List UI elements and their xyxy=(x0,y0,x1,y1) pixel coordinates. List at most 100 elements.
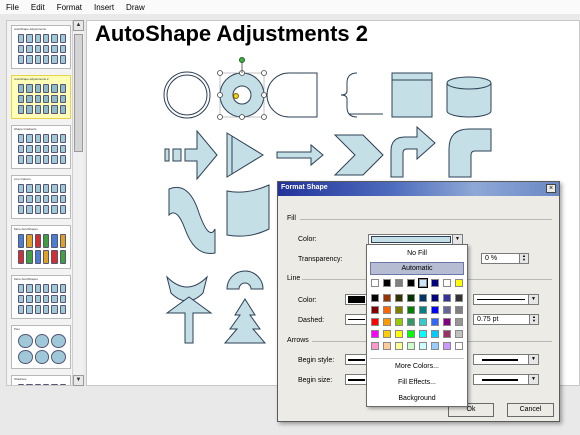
color-swatch[interactable] xyxy=(371,330,379,338)
slide-thumbnail-1[interactable]: AutoShape Adjustments xyxy=(11,25,71,69)
more-colors-option[interactable]: More Colors... xyxy=(367,360,467,373)
transparency-spinner[interactable]: 0 % ▲ ▼ xyxy=(481,253,529,264)
color-swatch[interactable] xyxy=(407,330,415,338)
color-swatch[interactable] xyxy=(407,318,415,326)
color-swatch[interactable] xyxy=(443,279,451,287)
color-swatch[interactable] xyxy=(395,342,403,350)
color-swatch[interactable] xyxy=(383,330,391,338)
brace-shape[interactable] xyxy=(340,72,358,118)
color-swatch[interactable] xyxy=(395,294,403,302)
up-arrow-tree-shape[interactable] xyxy=(165,296,213,344)
color-swatch[interactable] xyxy=(395,279,403,287)
color-swatch[interactable] xyxy=(395,318,403,326)
color-swatch[interactable] xyxy=(455,342,463,350)
background-option[interactable]: Background xyxy=(367,392,467,405)
menu-insert[interactable]: Insert xyxy=(94,3,114,12)
color-swatch[interactable] xyxy=(443,330,451,338)
color-swatch[interactable] xyxy=(431,294,439,302)
slide-thumbnail-4[interactable]: Line Options xyxy=(11,175,71,219)
slide-thumbnail-3[interactable]: Shape Gradients xyxy=(11,125,71,169)
chevron-shape[interactable] xyxy=(333,134,384,176)
pine-tree-shape[interactable] xyxy=(223,298,267,344)
ribbon-shape[interactable] xyxy=(166,275,208,302)
line-width-spinner[interactable]: 0.75 pt ▲ ▼ xyxy=(473,314,539,325)
can-shape[interactable] xyxy=(446,76,492,118)
color-swatch[interactable] xyxy=(383,342,391,350)
slide-thumbnail-6[interactable]: More AutoShapes xyxy=(11,275,71,319)
color-swatch[interactable] xyxy=(383,279,391,287)
color-swatch[interactable] xyxy=(383,306,391,314)
color-swatch[interactable] xyxy=(407,306,415,314)
chevron-down-icon[interactable]: ▼ xyxy=(528,375,538,384)
flag-wave-shape[interactable] xyxy=(226,184,270,237)
fill-effects-option[interactable]: Fill Effects... xyxy=(367,376,467,389)
wave-shape[interactable] xyxy=(168,187,216,254)
color-swatch[interactable] xyxy=(431,306,439,314)
cancel-button[interactable]: Cancel xyxy=(507,403,554,417)
chevron-down-icon[interactable]: ▼ xyxy=(528,355,538,364)
close-icon[interactable]: × xyxy=(546,184,556,193)
color-swatch[interactable] xyxy=(371,279,379,287)
slide-thumbnail-5[interactable]: More AutoShapes xyxy=(11,225,71,269)
bent-arrow-shape[interactable] xyxy=(390,125,436,178)
color-swatch[interactable] xyxy=(419,306,427,314)
menu-file[interactable]: File xyxy=(6,3,19,12)
menu-edit[interactable]: Edit xyxy=(31,3,45,12)
color-swatch[interactable] xyxy=(419,342,427,350)
color-swatch[interactable] xyxy=(371,294,379,302)
color-swatch[interactable] xyxy=(431,318,439,326)
color-swatch[interactable] xyxy=(455,318,463,326)
delay-shape[interactable] xyxy=(266,72,318,118)
color-swatch[interactable] xyxy=(455,279,463,287)
end-size-dropdown[interactable]: ▼ xyxy=(473,374,539,385)
color-swatch[interactable] xyxy=(419,318,427,326)
color-swatch[interactable] xyxy=(431,342,439,350)
thumbnail-scrollbar[interactable]: ▲ ▼ xyxy=(72,20,84,386)
color-swatch[interactable] xyxy=(383,294,391,302)
color-swatch[interactable] xyxy=(407,279,415,287)
menu-format[interactable]: Format xyxy=(57,3,82,12)
donut-shape-selected[interactable] xyxy=(217,57,267,120)
spinner-arrows-icon[interactable]: ▲ ▼ xyxy=(529,315,538,324)
line-style-dropdown[interactable]: ▼ xyxy=(473,294,539,305)
menu-draw[interactable]: Draw xyxy=(126,3,145,12)
partial-ring-shape[interactable] xyxy=(226,270,264,290)
scroll-thumb[interactable] xyxy=(74,34,83,152)
color-swatch[interactable] xyxy=(431,330,439,338)
color-swatch[interactable] xyxy=(443,294,451,302)
color-swatch[interactable] xyxy=(418,278,428,288)
dialog-titlebar[interactable]: Format Shape × xyxy=(278,182,559,196)
color-swatch[interactable] xyxy=(443,342,451,350)
color-swatch[interactable] xyxy=(455,330,463,338)
color-swatch[interactable] xyxy=(455,306,463,314)
color-swatch[interactable] xyxy=(419,294,427,302)
slide-title[interactable]: AutoShape Adjustments 2 xyxy=(95,21,368,47)
automatic-option[interactable]: Automatic xyxy=(370,262,464,275)
color-swatch[interactable] xyxy=(371,318,379,326)
chevron-down-icon[interactable]: ▼ xyxy=(528,295,538,304)
color-swatch[interactable] xyxy=(395,306,403,314)
circle-shape[interactable] xyxy=(163,71,211,119)
end-style-dropdown[interactable]: ▼ xyxy=(473,354,539,365)
slide-thumbnail-8[interactable]: Shadows xyxy=(11,375,71,385)
color-swatch[interactable] xyxy=(371,306,379,314)
color-swatch[interactable] xyxy=(443,306,451,314)
color-swatch[interactable] xyxy=(371,342,379,350)
thin-arrow-shape[interactable] xyxy=(276,143,324,167)
slide-thumbnail-2[interactable]: AutoShape Adjustments 2 xyxy=(11,75,71,119)
scroll-up-arrow-icon[interactable]: ▲ xyxy=(73,20,84,31)
spinner-arrows-icon[interactable]: ▲ ▼ xyxy=(519,254,528,263)
color-swatch[interactable] xyxy=(395,330,403,338)
scroll-down-arrow-icon[interactable]: ▼ xyxy=(73,375,84,386)
color-swatch[interactable] xyxy=(419,330,427,338)
color-swatch[interactable] xyxy=(431,279,439,287)
color-swatch[interactable] xyxy=(407,294,415,302)
color-swatch[interactable] xyxy=(455,294,463,302)
color-swatch[interactable] xyxy=(407,342,415,350)
chevron-down-icon[interactable]: ▼ xyxy=(452,235,462,244)
color-swatch[interactable] xyxy=(443,318,451,326)
striped-arrow-shape[interactable] xyxy=(164,129,218,181)
no-fill-option[interactable]: No Fill xyxy=(367,247,467,260)
color-swatch[interactable] xyxy=(383,318,391,326)
quarter-pipe-shape[interactable] xyxy=(448,128,492,178)
